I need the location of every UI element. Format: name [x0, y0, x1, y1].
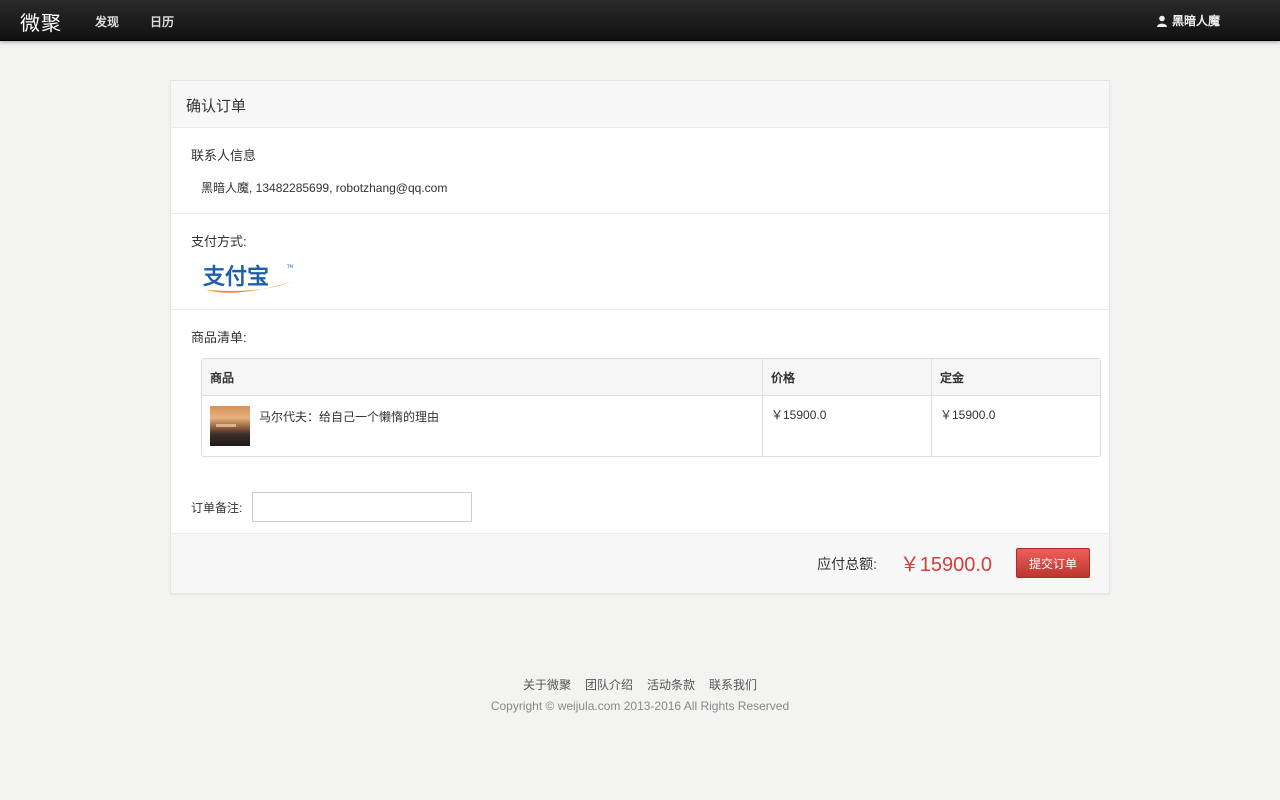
- total-amount: ￥15900.0: [899, 554, 992, 576]
- brand-logo[interactable]: 微聚: [20, 7, 62, 36]
- footer-link-about[interactable]: 关于微聚: [523, 676, 571, 693]
- user-icon: [1156, 15, 1167, 27]
- header-product: 商品: [202, 359, 762, 396]
- remark-label: 订单备注:: [191, 500, 243, 515]
- header-deposit: 定金: [931, 359, 1100, 396]
- alipay-logo-text: 支付宝: [203, 264, 269, 290]
- goods-table: 商品 价格 定金 马尔代夫：给自己一个懒惰的理由 ￥15900.0 ￥15900…: [201, 358, 1101, 457]
- total-label: 应付总额:: [817, 556, 877, 572]
- contact-section: 联系人信息 黑暗人魔, 13482285699, robotzhang@qq.c…: [171, 128, 1109, 214]
- top-navbar: 微聚 发现 日历 黑暗人魔: [0, 0, 1280, 41]
- svg-text:TM: TM: [286, 264, 293, 269]
- table-row: 马尔代夫：给自己一个懒惰的理由 ￥15900.0 ￥15900.0: [202, 396, 1100, 456]
- goods-title: 商品清单:: [191, 330, 247, 345]
- submit-order-button[interactable]: 提交订单: [1016, 548, 1090, 578]
- product-thumbnail[interactable]: [210, 406, 250, 446]
- deposit-cell: ￥15900.0: [931, 396, 1100, 456]
- order-summary-bar: 应付总额: ￥15900.0 提交订单: [171, 533, 1109, 593]
- footer-links: 关于微聚 团队介绍 活动条款 联系我们: [0, 676, 1280, 693]
- page-footer: 关于微聚 团队介绍 活动条款 联系我们 Copyright © weijula.…: [0, 676, 1280, 713]
- copyright-text: Copyright © weijula.com 2013-2016 All Ri…: [490, 699, 790, 713]
- remark-input[interactable]: [252, 492, 473, 522]
- nav-link-calendar[interactable]: 日历: [150, 13, 174, 30]
- payment-title: 支付方式:: [191, 234, 247, 249]
- footer-link-contact[interactable]: 联系我们: [709, 676, 757, 693]
- product-cell: 马尔代夫：给自己一个懒惰的理由: [202, 396, 762, 456]
- header-price: 价格: [762, 359, 931, 396]
- alipay-logo[interactable]: 支付宝 TM: [199, 260, 299, 298]
- contact-title: 联系人信息: [191, 148, 257, 163]
- user-name: 黑暗人魔: [1171, 14, 1220, 28]
- footer-link-terms[interactable]: 活动条款: [647, 676, 695, 693]
- remark-row: 订单备注:: [191, 492, 1089, 522]
- payment-section: 支付方式: 支付宝 TM: [171, 214, 1109, 310]
- product-name[interactable]: 马尔代夫：给自己一个懒惰的理由: [259, 408, 439, 425]
- order-confirm-panel: 确认订单 联系人信息 黑暗人魔, 13482285699, robotzhang…: [170, 80, 1110, 594]
- user-menu[interactable]: 黑暗人魔: [1156, 12, 1220, 29]
- contact-info: 黑暗人魔, 13482285699, robotzhang@qq.com: [201, 181, 448, 195]
- footer-link-team[interactable]: 团队介绍: [585, 676, 633, 693]
- table-header-row: 商品 价格 定金: [202, 359, 1100, 396]
- goods-section: 商品清单: 商品 价格 定金 马尔代夫：给自己一个懒惰的理由 ￥15900.0 …: [171, 310, 1109, 522]
- panel-title: 确认订单: [171, 81, 1109, 128]
- nav-link-discover[interactable]: 发现: [95, 13, 119, 30]
- price-cell: ￥15900.0: [762, 396, 931, 456]
